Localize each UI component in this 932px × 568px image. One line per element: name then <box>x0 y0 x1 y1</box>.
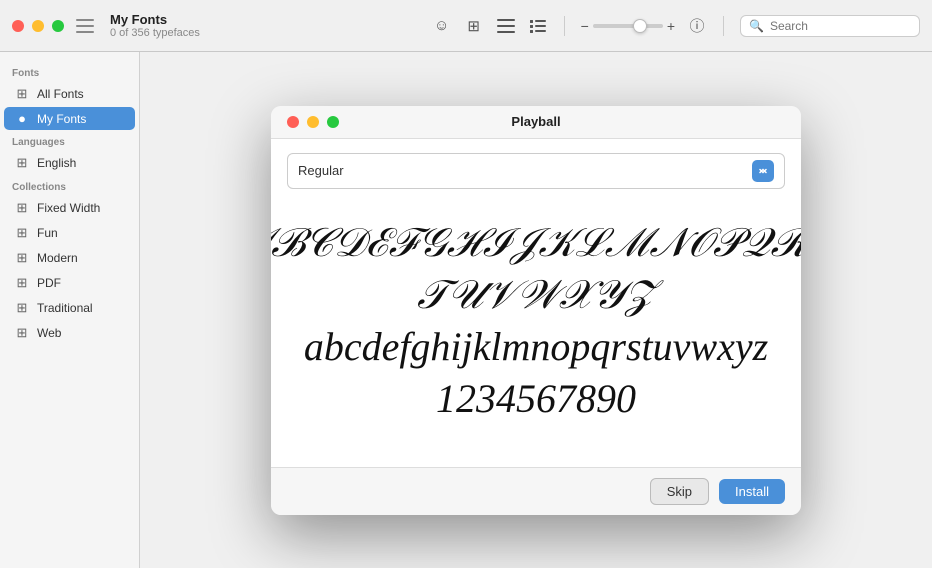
size-decrease-icon[interactable]: − <box>581 18 589 34</box>
web-label: Web <box>37 326 61 340</box>
fixed-width-label: Fixed Width <box>37 201 100 215</box>
web-icon: ⊞ <box>14 325 30 341</box>
modern-icon: ⊞ <box>14 250 30 266</box>
font-preview-modal: Playball Regular 𝒜ℬ𝒞𝒟ℰℱ𝒢ℋℐ𝒥𝒦ℒℳ𝒩𝒪𝒫𝒬ℛ𝒮 𝒯𝒰𝒱… <box>271 106 801 515</box>
fonts-section-label: Fonts <box>0 62 139 81</box>
font-variant-selector[interactable]: Regular <box>287 153 785 189</box>
sidebar-item-my-fonts[interactable]: ● My Fonts <box>4 107 135 130</box>
minimize-button[interactable] <box>32 20 44 32</box>
modal-close-button[interactable] <box>287 116 299 128</box>
toolbar-divider-2 <box>723 16 724 36</box>
search-input[interactable] <box>770 19 925 33</box>
sidebar-item-web[interactable]: ⊞ Web <box>4 321 135 345</box>
font-variant-arrow-icon[interactable] <box>752 160 774 182</box>
languages-section-label: Languages <box>0 131 139 150</box>
slider-thumb[interactable] <box>633 19 647 33</box>
modal-controls[interactable] <box>287 116 339 128</box>
toolbar: ☺ ⊞ − + ⓘ 🔍 <box>432 15 920 37</box>
english-label: English <box>37 156 76 170</box>
sidebar: Fonts ⊞ All Fonts ● My Fonts Languages ⊞… <box>0 52 140 568</box>
modal-body: Regular 𝒜ℬ𝒞𝒟ℰℱ𝒢ℋℐ𝒥𝒦ℒℳ𝒩𝒪𝒫𝒬ℛ𝒮 𝒯𝒰𝒱𝒲𝒳𝒴𝒵 abcd… <box>271 139 801 467</box>
my-fonts-icon: ● <box>14 111 30 126</box>
content-area: Playball Regular 𝒜ℬ𝒞𝒟ℰℱ𝒢ℋℐ𝒥𝒦ℒℳ𝒩𝒪𝒫𝒬ℛ𝒮 𝒯𝒰𝒱… <box>140 52 932 568</box>
window-title: My Fonts <box>110 12 200 27</box>
preview-uppercase-2: 𝒯𝒰𝒱𝒲𝒳𝒴𝒵 <box>417 271 655 319</box>
window-controls[interactable] <box>12 20 64 32</box>
toolbar-divider <box>564 16 565 36</box>
search-icon: 🔍 <box>749 19 764 33</box>
preview-numbers: 1234567890 <box>436 375 636 423</box>
modal-minimize-button[interactable] <box>307 116 319 128</box>
sidebar-toggle[interactable] <box>76 19 94 33</box>
sidebar-item-traditional[interactable]: ⊞ Traditional <box>4 296 135 320</box>
size-slider[interactable]: − + <box>581 18 675 34</box>
all-fonts-icon: ⊞ <box>14 86 30 102</box>
font-variant-label: Regular <box>298 163 344 178</box>
sidebar-item-fixed-width[interactable]: ⊞ Fixed Width <box>4 196 135 220</box>
sidebar-item-modern[interactable]: ⊞ Modern <box>4 246 135 270</box>
sidebar-item-all-fonts[interactable]: ⊞ All Fonts <box>4 82 135 106</box>
all-fonts-label: All Fonts <box>37 87 84 101</box>
title-section: My Fonts 0 of 356 typefaces <box>110 12 200 39</box>
traditional-icon: ⊞ <box>14 300 30 316</box>
preview-lowercase: abcdefghijklmnopqrstuvwxyz <box>304 323 768 371</box>
sidebar-item-english[interactable]: ⊞ English <box>4 151 135 175</box>
close-button[interactable] <box>12 20 24 32</box>
sidebar-item-fun[interactable]: ⊞ Fun <box>4 221 135 245</box>
preview-icon[interactable]: ☺ <box>432 16 452 36</box>
modal-maximize-button[interactable] <box>327 116 339 128</box>
traditional-label: Traditional <box>37 301 93 315</box>
english-icon: ⊞ <box>14 155 30 171</box>
window-subtitle: 0 of 356 typefaces <box>110 27 200 39</box>
skip-button[interactable]: Skip <box>650 478 709 505</box>
size-increase-icon[interactable]: + <box>667 18 675 34</box>
search-box[interactable]: 🔍 <box>740 15 920 37</box>
install-button[interactable]: Install <box>719 479 785 504</box>
preview-uppercase-1: 𝒜ℬ𝒞𝒟ℰℱ𝒢ℋℐ𝒥𝒦ℒℳ𝒩𝒪𝒫𝒬ℛ𝒮 <box>271 219 801 267</box>
slider-track[interactable] <box>593 24 663 28</box>
modal-title: Playball <box>511 114 560 129</box>
font-preview-area: 𝒜ℬ𝒞𝒟ℰℱ𝒢ℋℐ𝒥𝒦ℒℳ𝒩𝒪𝒫𝒬ℛ𝒮 𝒯𝒰𝒱𝒲𝒳𝒴𝒵 abcdefghijkl… <box>287 209 785 453</box>
fun-label: Fun <box>37 226 58 240</box>
grid-icon[interactable]: ⊞ <box>464 16 484 36</box>
pdf-icon: ⊞ <box>14 275 30 291</box>
modal-footer: Skip Install <box>271 467 801 515</box>
collections-section-label: Collections <box>0 176 139 195</box>
fun-icon: ⊞ <box>14 225 30 241</box>
sidebar-item-pdf[interactable]: ⊞ PDF <box>4 271 135 295</box>
fixed-width-icon: ⊞ <box>14 200 30 216</box>
my-fonts-label: My Fonts <box>37 112 86 126</box>
info-icon[interactable]: ⓘ <box>687 16 707 36</box>
list-icon[interactable] <box>528 16 548 36</box>
modern-label: Modern <box>37 251 78 265</box>
modal-titlebar: Playball <box>271 106 801 139</box>
modal-overlay: Playball Regular 𝒜ℬ𝒞𝒟ℰℱ𝒢ℋℐ𝒥𝒦ℒℳ𝒩𝒪𝒫𝒬ℛ𝒮 𝒯𝒰𝒱… <box>140 52 932 568</box>
main-area: Fonts ⊞ All Fonts ● My Fonts Languages ⊞… <box>0 52 932 568</box>
maximize-button[interactable] <box>52 20 64 32</box>
compact-icon[interactable] <box>496 16 516 36</box>
title-bar: My Fonts 0 of 356 typefaces ☺ ⊞ − + ⓘ 🔍 <box>0 0 932 52</box>
pdf-label: PDF <box>37 276 61 290</box>
